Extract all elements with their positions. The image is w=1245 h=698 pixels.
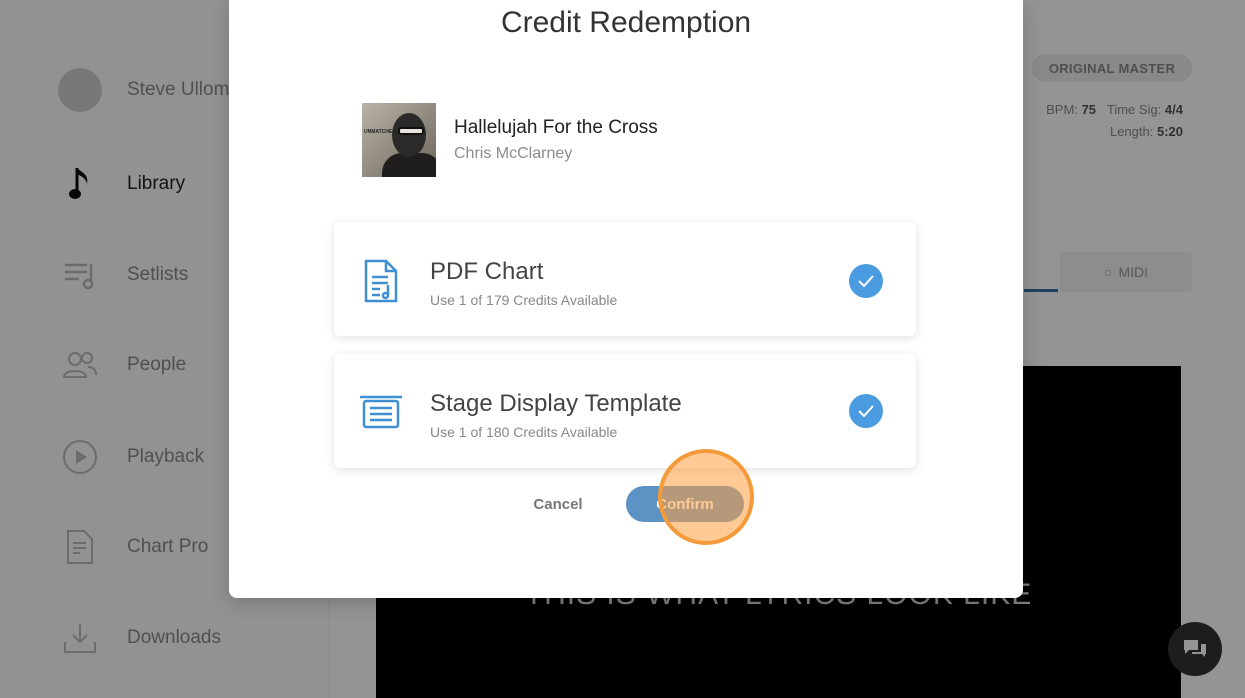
song-title: Hallelujah For the Cross: [454, 117, 658, 138]
check-icon[interactable]: [849, 264, 883, 298]
check-icon[interactable]: [849, 394, 883, 428]
option-pdf-chart[interactable]: PDF Chart Use 1 of 179 Credits Available: [334, 222, 916, 336]
song-summary: UNMATCHED Hallelujah For the Cross Chris…: [362, 103, 658, 177]
modal-title: Credit Redemption: [500, 6, 752, 39]
album-cover: UNMATCHED: [362, 103, 436, 177]
option-title: PDF Chart: [430, 258, 544, 285]
click-indicator: [658, 449, 754, 545]
album-cover-text: UNMATCHED: [364, 129, 396, 135]
song-artist: Chris McClarney: [454, 145, 573, 162]
option-credits: Use 1 of 179 Credits Available: [430, 292, 618, 308]
option-title: Stage Display Template: [430, 390, 682, 417]
cancel-button[interactable]: Cancel: [507, 486, 609, 522]
option-stage-display-template[interactable]: Stage Display Template Use 1 of 180 Cred…: [334, 354, 916, 468]
option-credits: Use 1 of 180 Credits Available: [430, 424, 618, 440]
pdf-chart-icon: [358, 257, 404, 305]
stage-display-icon: [358, 389, 404, 437]
